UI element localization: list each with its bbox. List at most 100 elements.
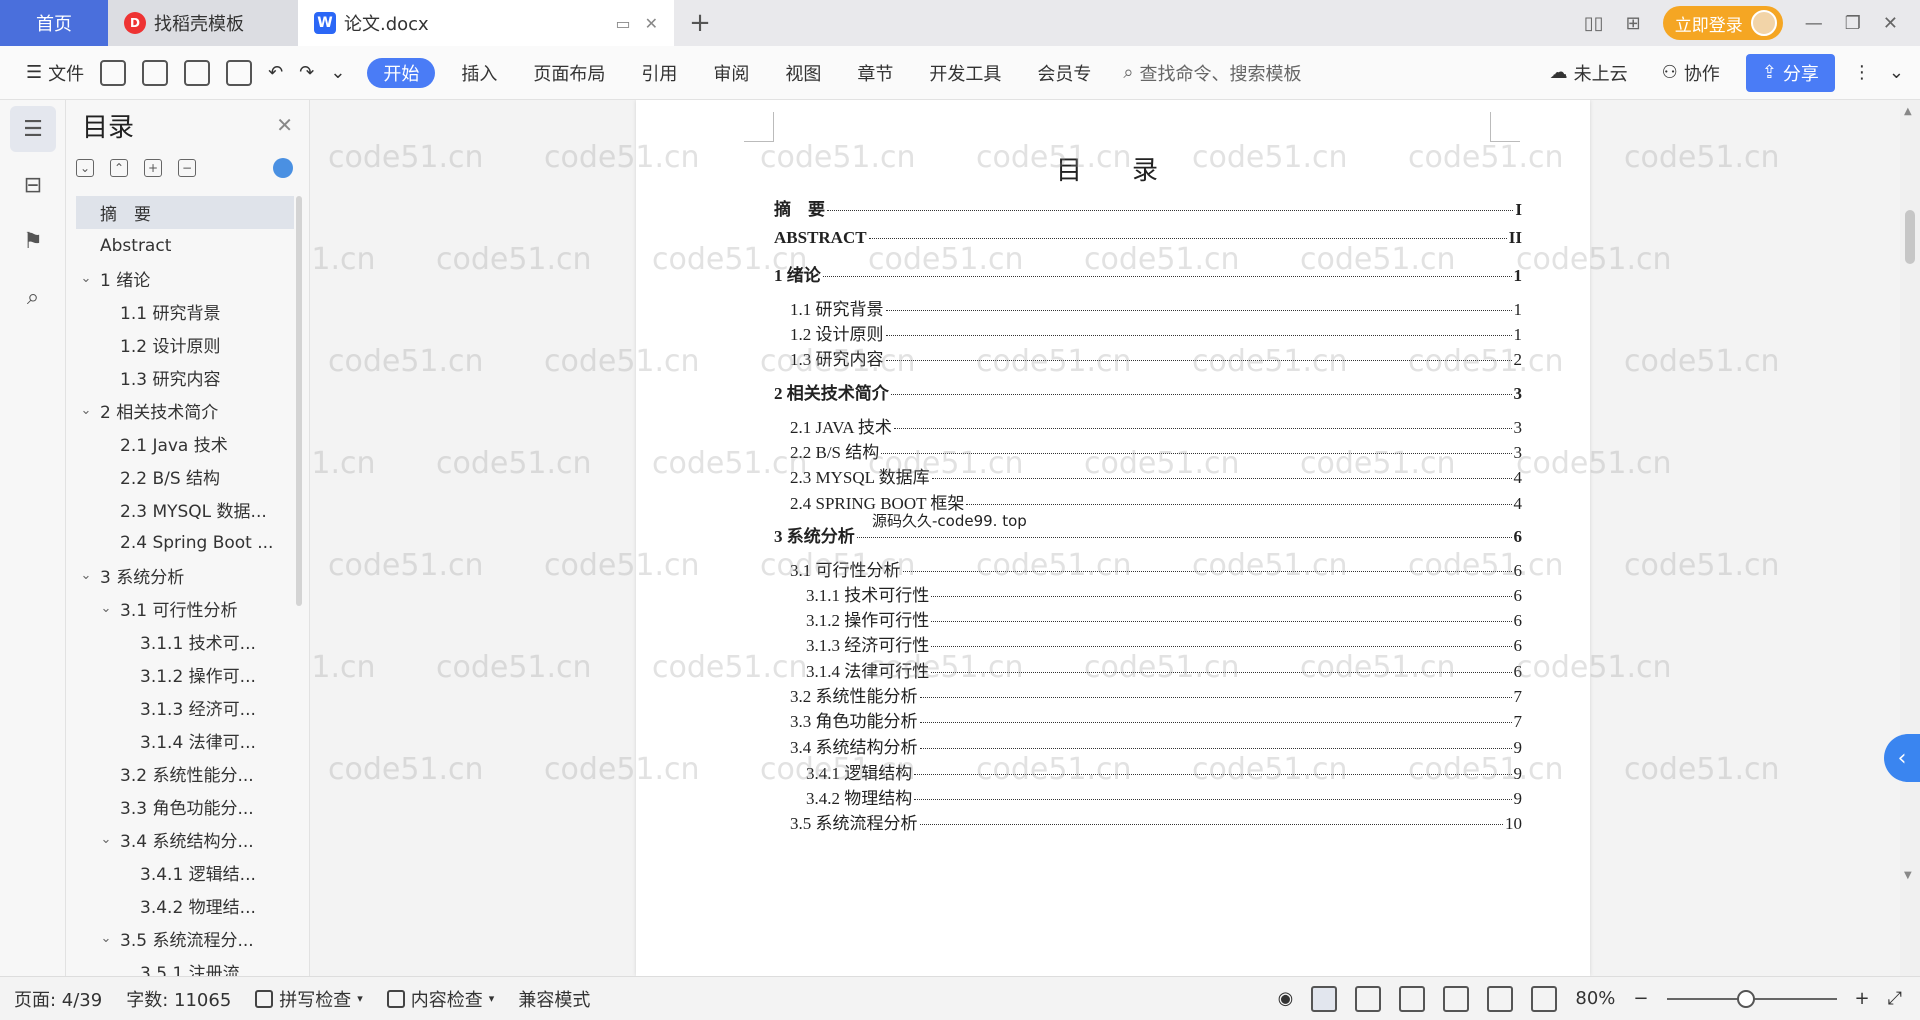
- toc-item[interactable]: ⌄ 3.1 可行性分析: [76, 592, 294, 625]
- print-button[interactable]: [176, 55, 218, 91]
- zoom-in-icon[interactable]: +: [1855, 988, 1870, 1009]
- apps-grid-icon[interactable]: ⊞: [1626, 13, 1641, 34]
- toc-item[interactable]: 2.2 B/S 结构: [76, 460, 294, 493]
- chevron-down-icon[interactable]: ⌄: [96, 832, 116, 847]
- menu-developer[interactable]: 开发工具: [911, 60, 1019, 86]
- undo-button[interactable]: ↶: [260, 55, 291, 91]
- toc-scrollbar[interactable]: [296, 196, 302, 606]
- toc-entry[interactable]: 1 绪论 1: [774, 261, 1522, 286]
- toc-item[interactable]: 3.1.2 操作可...: [76, 658, 294, 691]
- toc-item[interactable]: ⌄ 3.5 系统流程分...: [76, 922, 294, 955]
- expand-all-icon[interactable]: ⌃: [110, 159, 128, 177]
- toc-item[interactable]: ⌄ 3.4 系统结构分...: [76, 823, 294, 856]
- tab-home[interactable]: 首页: [0, 0, 108, 46]
- fit-page-icon[interactable]: [1531, 985, 1558, 1012]
- toc-item[interactable]: 3.3 角色功能分...: [76, 790, 294, 823]
- toc-entry[interactable]: 1.3 研究内容 2: [774, 345, 1522, 370]
- reading-view-icon[interactable]: [1399, 985, 1426, 1012]
- toc-item[interactable]: 1.1 研究背景: [76, 295, 294, 328]
- collapse-all-icon[interactable]: ⌄: [76, 159, 94, 177]
- toc-entry[interactable]: 2.2 B/S 结构 3: [774, 438, 1522, 463]
- chevron-down-icon[interactable]: ⌄: [96, 601, 116, 616]
- toc-item[interactable]: ⌄ 2 相关技术简介: [76, 394, 294, 427]
- quick-access-dropdown[interactable]: ⌄: [322, 55, 353, 91]
- remove-heading-icon[interactable]: −: [178, 159, 196, 177]
- zoom-out-icon[interactable]: −: [1633, 988, 1648, 1009]
- toc-entry[interactable]: 1.2 设计原则 1: [774, 320, 1522, 345]
- menu-chapter[interactable]: 章节: [839, 60, 911, 86]
- menu-home[interactable]: 开始: [367, 57, 436, 88]
- spell-check-button[interactable]: 拼写检查 ▾: [255, 986, 387, 1012]
- export-button[interactable]: [134, 55, 176, 91]
- tab-document[interactable]: W 论文.docx ▭ ✕: [298, 0, 674, 46]
- toc-item[interactable]: 3.4.1 逻辑结...: [76, 856, 294, 889]
- restore-icon[interactable]: ❐: [1845, 13, 1861, 34]
- toc-entry[interactable]: 3.4.1 逻辑结构 9: [774, 759, 1522, 784]
- scroll-down-icon[interactable]: ▼: [1904, 870, 1912, 881]
- menu-insert[interactable]: 插入: [443, 60, 515, 86]
- outline-view-icon[interactable]: [1355, 985, 1382, 1012]
- toc-item[interactable]: 1.3 研究内容: [76, 361, 294, 394]
- write-mode-icon[interactable]: [1487, 985, 1514, 1012]
- document-page[interactable]: 目 录 摘 要 I ABSTRACT II 1 绪论 1 1.1 研究背景 1 1.2 设计原则…: [636, 100, 1590, 976]
- toc-item[interactable]: ⌄ 3 系统分析: [76, 559, 294, 592]
- zoom-level[interactable]: 80%: [1575, 988, 1615, 1009]
- toc-entry[interactable]: 3.1 可行性分析 6: [774, 556, 1522, 581]
- save-button[interactable]: [92, 55, 134, 91]
- toc-item[interactable]: 1.2 设计原则: [76, 328, 294, 361]
- menu-review[interactable]: 审阅: [695, 60, 767, 86]
- toc-entry[interactable]: 3.3 角色功能分析 7: [774, 707, 1522, 732]
- toc-entry[interactable]: 3.4.2 物理结构 9: [774, 784, 1522, 809]
- add-heading-icon[interactable]: +: [144, 159, 162, 177]
- eye-protection-icon[interactable]: ◉: [1278, 988, 1294, 1009]
- toc-entry[interactable]: 3.1.4 法律可行性 6: [774, 657, 1522, 682]
- close-icon[interactable]: ✕: [276, 113, 293, 137]
- toc-item[interactable]: 3.2 系统性能分...: [76, 757, 294, 790]
- close-tab-icon[interactable]: ✕: [645, 14, 658, 33]
- toc-entry[interactable]: ABSTRACT II: [774, 228, 1522, 248]
- toc-panel-button[interactable]: ☰: [10, 106, 56, 152]
- toc-entry[interactable]: 1.1 研究背景 1: [774, 295, 1522, 320]
- collapse-ribbon-icon[interactable]: ⌄: [1889, 62, 1904, 83]
- web-view-icon[interactable]: [1443, 985, 1470, 1012]
- toc-item[interactable]: 摘 要: [76, 196, 294, 229]
- ai-assistant-icon[interactable]: [273, 158, 293, 178]
- chevron-down-icon[interactable]: ⌄: [76, 271, 96, 286]
- toc-item[interactable]: 3.1.1 技术可...: [76, 625, 294, 658]
- new-tab-button[interactable]: +: [674, 0, 726, 46]
- toc-item[interactable]: 3.1.3 经济可...: [76, 691, 294, 724]
- page-indicator[interactable]: 页面: 4/39: [14, 986, 126, 1012]
- toc-item[interactable]: 2.1 Java 技术: [76, 427, 294, 460]
- toc-entry[interactable]: 3.4 系统结构分析 9: [774, 733, 1522, 758]
- word-count[interactable]: 字数: 11065: [126, 986, 255, 1012]
- file-menu[interactable]: ☰ 文件: [18, 55, 92, 91]
- bookmark-button[interactable]: ⚑: [10, 218, 56, 264]
- toc-entry[interactable]: 2.1 JAVA 技术 3: [774, 413, 1522, 438]
- toc-entry[interactable]: 3.1.2 操作可行性 6: [774, 606, 1522, 631]
- cloud-status-button[interactable]: ☁ 未上云: [1542, 55, 1636, 91]
- monitor-icon[interactable]: ▭: [615, 14, 630, 33]
- toc-item[interactable]: ⌄ 1 绪论: [76, 262, 294, 295]
- layout-toggle-icon[interactable]: ▯▯: [1584, 13, 1604, 34]
- chevron-down-icon[interactable]: ⌄: [76, 568, 96, 583]
- toc-entry[interactable]: 3.1.1 技术可行性 6: [774, 581, 1522, 606]
- navigation-button[interactable]: ⊟: [10, 162, 56, 208]
- toc-item[interactable]: 3.1.4 法律可...: [76, 724, 294, 757]
- login-button[interactable]: 立即登录: [1662, 6, 1783, 40]
- zoom-slider-thumb[interactable]: [1737, 989, 1756, 1008]
- print-preview-button[interactable]: [218, 55, 260, 91]
- find-button[interactable]: ⌕: [10, 274, 56, 320]
- scrollbar-thumb[interactable]: [1905, 210, 1915, 264]
- toc-item[interactable]: 3.4.2 物理结...: [76, 889, 294, 922]
- menu-references[interactable]: 引用: [623, 60, 695, 86]
- vertical-scrollbar[interactable]: ▲ ▼: [1900, 100, 1920, 976]
- more-options-icon[interactable]: ⋮: [1853, 62, 1871, 83]
- close-window-icon[interactable]: ✕: [1883, 13, 1898, 34]
- fullscreen-icon[interactable]: ⤢: [1888, 988, 1902, 1009]
- minimize-icon[interactable]: —: [1805, 13, 1823, 34]
- content-check-button[interactable]: 内容检查 ▾: [386, 986, 519, 1012]
- collaborate-button[interactable]: ⚇ 协作: [1654, 55, 1728, 91]
- tab-daoke-templates[interactable]: D 找稻壳模板: [108, 0, 298, 46]
- toc-item[interactable]: 2.4 Spring Boot ...: [76, 526, 294, 559]
- page-view-icon[interactable]: [1311, 985, 1338, 1012]
